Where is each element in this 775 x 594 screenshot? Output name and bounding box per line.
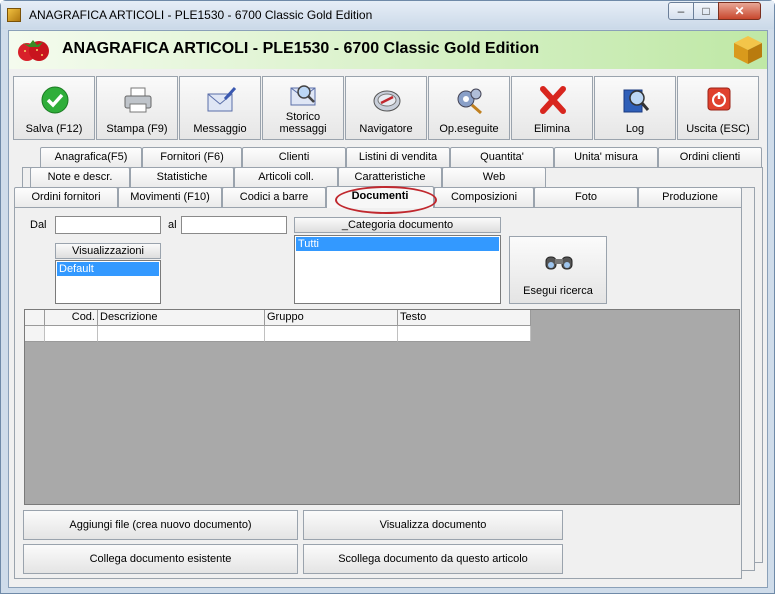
grid-cell[interactable] [398,326,531,342]
tab-codici-barre[interactable]: Codici a barre [222,187,326,207]
documenti-panel: Dal al Visualizzazioni Default _Categori… [14,207,742,579]
categoria-selected-item[interactable]: Tutti [296,237,499,251]
print-button[interactable]: Stampa (F9) [96,76,178,140]
log-label: Log [625,123,645,135]
package-cube-icon [734,36,762,64]
compass-icon [373,90,401,112]
search-button[interactable]: Esegui ricerca [509,236,607,304]
tab-caratteristiche[interactable]: Caratteristiche [338,167,442,187]
maximize-button[interactable]: □ [693,2,719,20]
grid-row-indicator[interactable] [25,326,45,342]
add-file-button[interactable]: Aggiungi file (crea nuovo documento) [23,510,298,540]
categoria-list[interactable]: Tutti [294,235,501,304]
grid-header-descrizione[interactable]: Descrizione [98,310,265,326]
grid-header-gruppo[interactable]: Gruppo [265,310,398,326]
unlink-document-button[interactable]: Scollega documento da questo articolo [303,544,563,574]
grid-cell[interactable] [265,326,398,342]
book-search-icon [623,89,650,113]
highlight-annotation [335,186,437,214]
tab-note-descr[interactable]: Note e descr. [30,167,130,187]
documents-grid[interactable]: Cod. Descrizione Gruppo Testo [24,309,740,505]
client-area: ANAGRAFICA ARTICOLI - PLE1530 - 6700 Cla… [8,30,768,588]
envelope-search-icon [290,85,316,106]
message-history-button[interactable]: Storico messaggi [262,76,344,140]
minimize-button[interactable]: – [668,2,694,20]
message-label: Messaggio [193,123,247,135]
tab-articoli-coll[interactable]: Articoli coll. [234,167,338,187]
tab-foto[interactable]: Foto [534,187,638,207]
tab-statistiche[interactable]: Statistiche [130,167,234,187]
checkmark-icon [41,86,69,114]
window-title: ANAGRAFICA ARTICOLI - PLE1530 - 6700 Cla… [29,8,373,22]
grid-header-testo[interactable]: Testo [398,310,531,326]
tab-web[interactable]: Web [442,167,546,187]
dal-input[interactable] [55,216,161,234]
message-button[interactable]: Messaggio [179,76,261,140]
grid-cell[interactable] [98,326,265,342]
header-banner: ANAGRAFICA ARTICOLI - PLE1530 - 6700 Cla… [9,31,767,69]
visualizzazioni-selected-item[interactable]: Default [57,262,159,276]
title-bar[interactable]: ANAGRAFICA ARTICOLI - PLE1530 - 6700 Cla… [1,1,774,29]
printer-icon [124,87,152,113]
save-label: Salva (F12) [25,123,83,135]
page-title: ANAGRAFICA ARTICOLI - PLE1530 - 6700 Cla… [62,40,540,57]
message-history-label: Storico messaggi [279,111,327,135]
close-button[interactable]: ✕ [718,2,761,20]
grid-corner [25,310,45,326]
delete-button[interactable]: Elimina [511,76,593,140]
al-input[interactable] [181,216,287,234]
tab-movimenti[interactable]: Movimenti (F10) [118,187,222,207]
log-button[interactable]: Log [594,76,676,140]
navigator-button[interactable]: Navigatore [345,76,427,140]
tab-ordini-clienti[interactable]: Ordini clienti [658,147,762,167]
visualizzazioni-list[interactable]: Default [55,260,161,304]
tab-fornitori[interactable]: Fornitori (F6) [142,147,242,167]
red-x-icon [540,86,566,114]
operations-label: Op.eseguite [439,123,499,135]
operations-button[interactable]: Op.eseguite [428,76,510,140]
save-button[interactable]: Salva (F12) [13,76,95,140]
print-label: Stampa (F9) [106,123,168,135]
view-document-button[interactable]: Visualizza documento [303,510,563,540]
categoria-header: _Categoria documento [294,217,501,233]
tab-unita-misura[interactable]: Unita' misura [554,147,658,167]
visualizzazioni-header: Visualizzazioni [55,243,161,259]
dal-label: Dal [30,219,47,231]
tab-ordini-fornitori[interactable]: Ordini fornitori [14,187,118,207]
search-label: Esegui ricerca [523,285,593,297]
power-icon [707,87,731,111]
grid-cell[interactable] [45,326,98,342]
main-window: ANAGRAFICA ARTICOLI - PLE1530 - 6700 Cla… [0,0,775,594]
strawberry-icon [18,40,49,61]
gears-search-icon [457,88,482,115]
toolbar: Salva (F12) Stampa (F9) Messaggio Storic… [13,76,763,142]
tab-clienti[interactable]: Clienti [242,147,346,167]
link-document-button[interactable]: Collega documento esistente [23,544,298,574]
navigator-label: Navigatore [359,123,413,135]
grid-header-cod[interactable]: Cod. [45,310,98,326]
tab-anagrafica[interactable]: Anagrafica(F5) [40,147,142,167]
envelope-pen-icon [207,86,237,112]
tab-composizioni[interactable]: Composizioni [434,187,534,207]
tab-quantita[interactable]: Quantita' [450,147,554,167]
exit-button[interactable]: Uscita (ESC) [677,76,759,140]
tab-produzione[interactable]: Produzione [638,187,742,207]
al-label: al [168,219,177,231]
delete-label: Elimina [533,123,571,135]
app-cube-icon [7,8,21,22]
tab-listini[interactable]: Listini di vendita [346,147,450,167]
exit-label: Uscita (ESC) [686,123,750,135]
binoculars-icon [545,256,573,270]
